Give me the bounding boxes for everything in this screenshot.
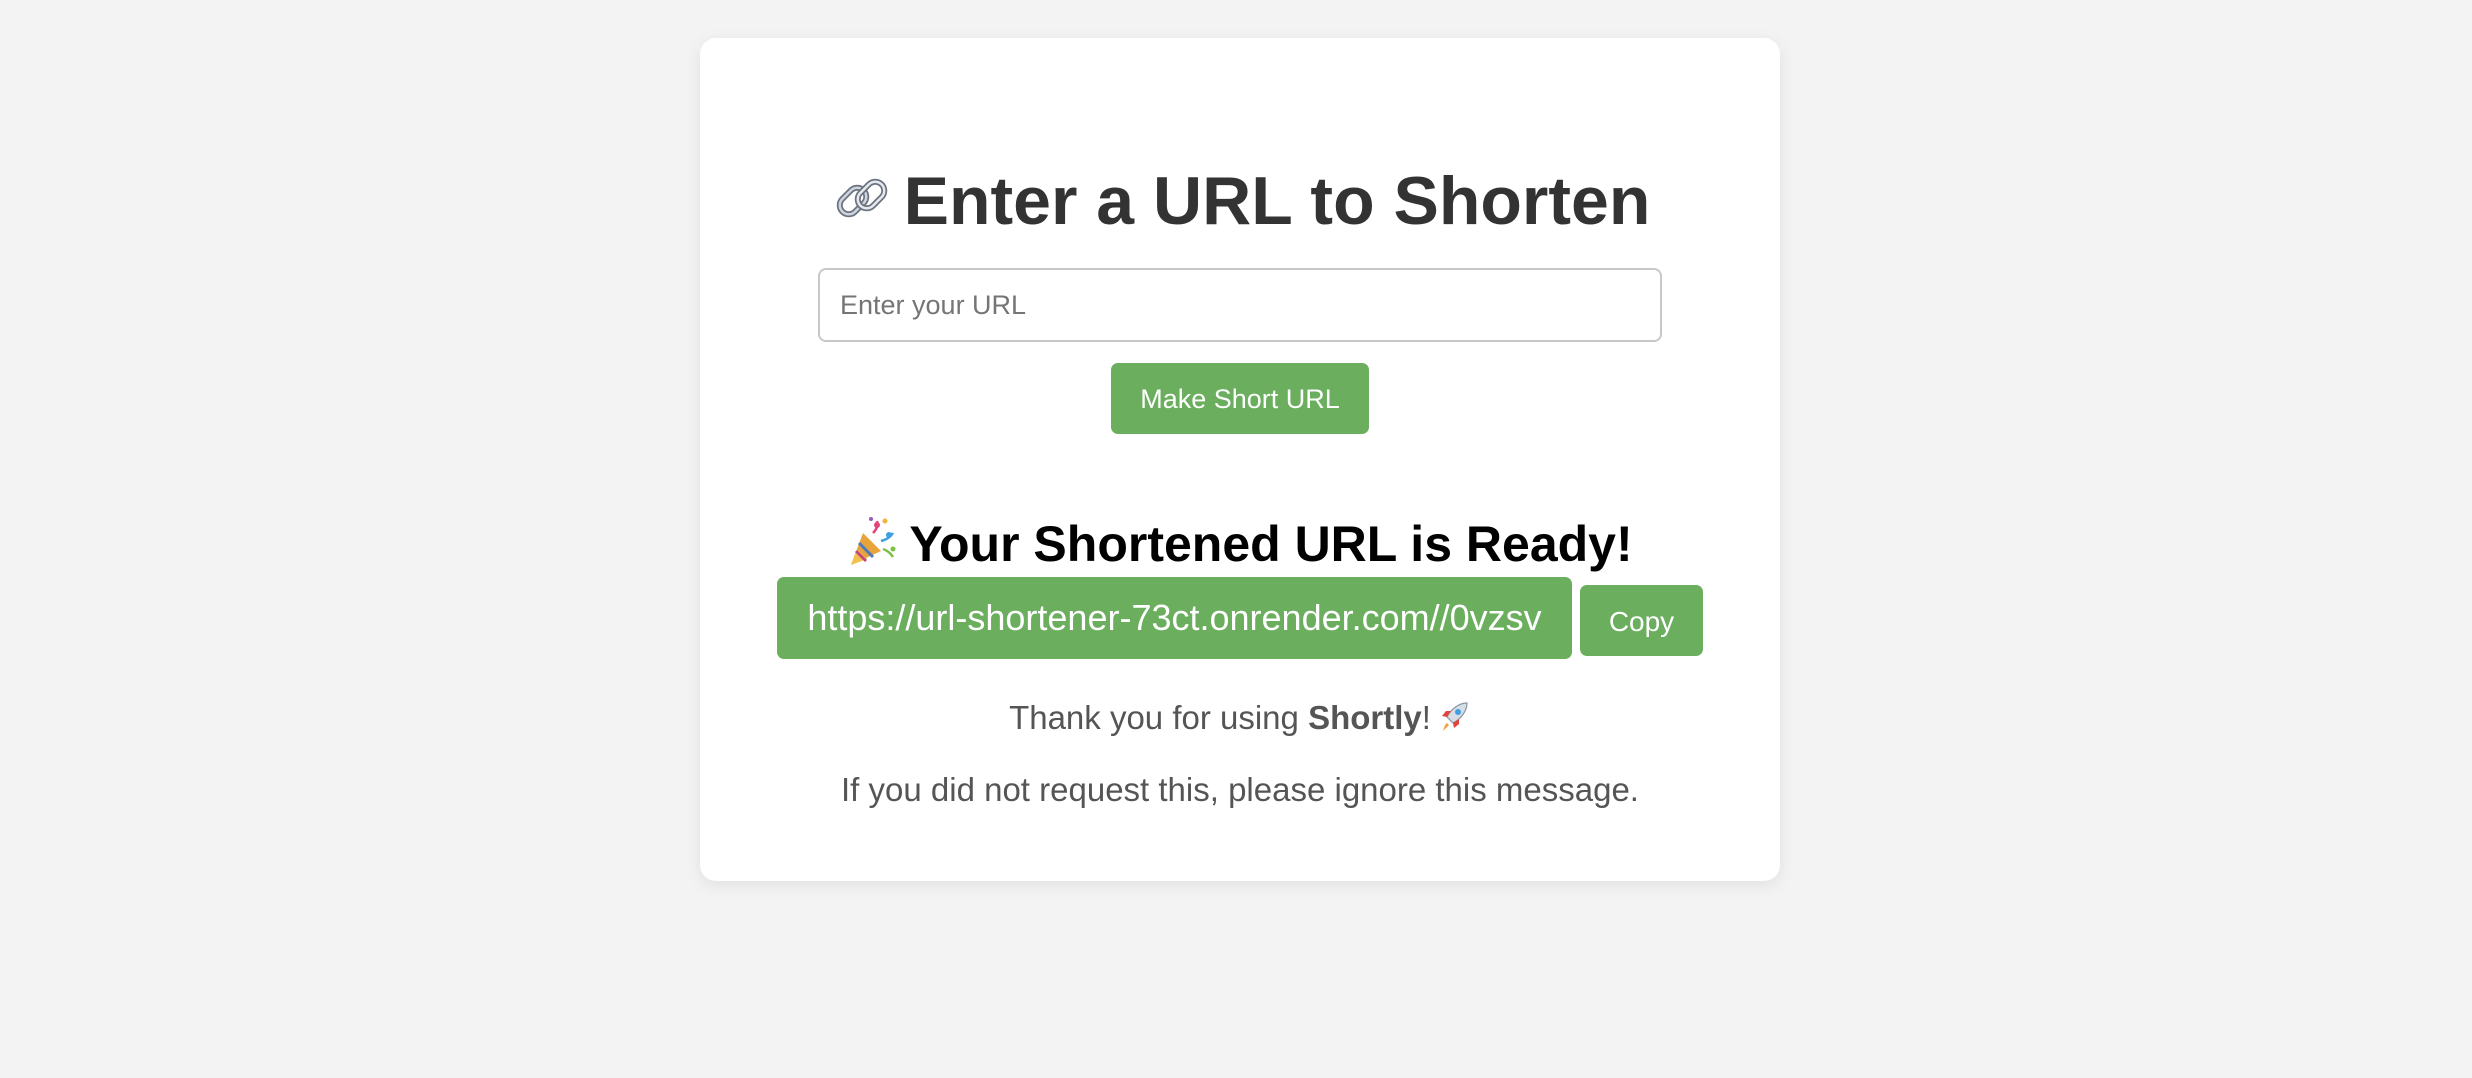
page-title-text: Enter a URL to Shorten xyxy=(903,163,1651,239)
thanks-suffix: ! xyxy=(1421,699,1431,736)
result-heading-text: Your Shortened URL is Ready! xyxy=(909,516,1633,572)
ignore-message: If you did not request this, please igno… xyxy=(841,771,1639,808)
rocket-icon xyxy=(1437,699,1471,733)
copy-button[interactable]: Copy xyxy=(1580,585,1703,656)
short-url-link[interactable]: https://url-shortener-73ct.onrender.com/… xyxy=(777,577,1572,659)
make-short-url-button[interactable]: Make Short URL xyxy=(1111,363,1369,434)
result-heading: Your Shortened URL is Ready! xyxy=(700,508,1780,580)
thanks-prefix: Thank you for using xyxy=(1009,699,1309,736)
url-input[interactable] xyxy=(818,268,1662,342)
link-icon xyxy=(830,162,894,226)
brand-name: Shortly xyxy=(1308,699,1422,736)
thanks-message: Thank you for using Shortly! xyxy=(700,696,1780,740)
url-shortener-card: Enter a URL to Shorten Make Short URL Yo… xyxy=(700,38,1780,881)
party-popper-icon xyxy=(847,514,899,566)
page-title: Enter a URL to Shorten xyxy=(700,156,1780,246)
